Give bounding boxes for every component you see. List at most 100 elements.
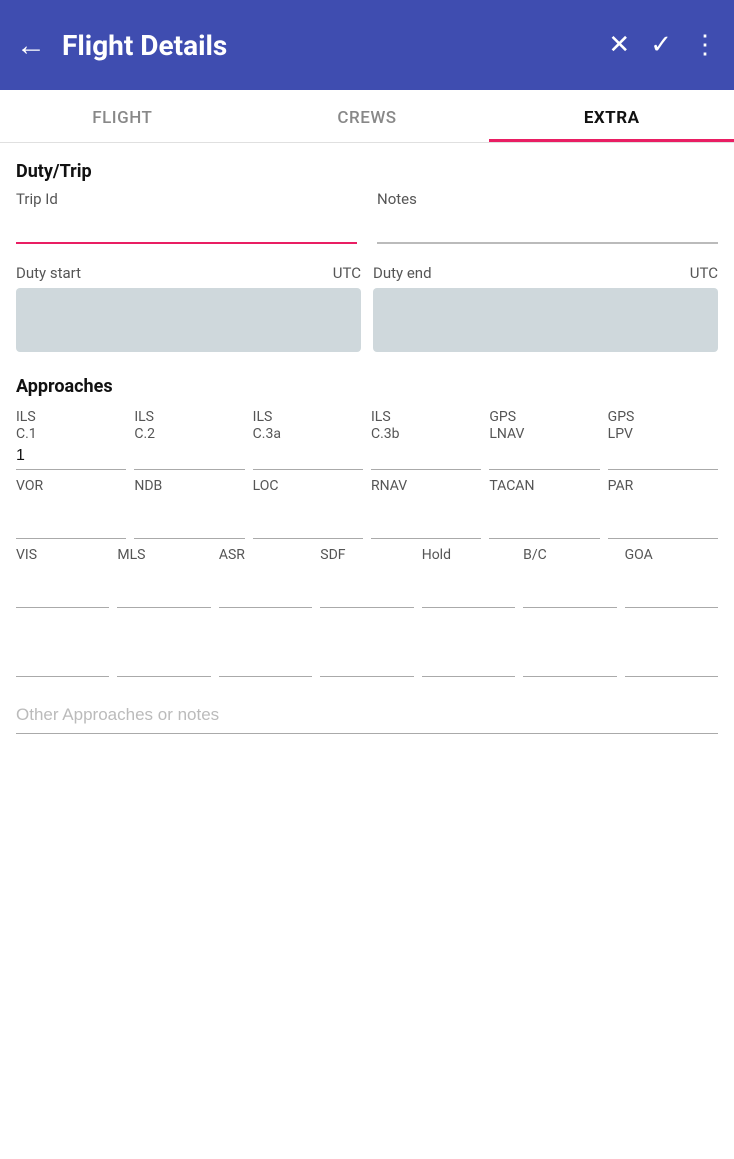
approach-label-row3-6: GOA xyxy=(625,547,653,583)
approaches-row3: VIS MLS ASR SDF Hold B/C GOA xyxy=(16,547,718,608)
approach-label-row2-1: NDB xyxy=(134,478,162,514)
approach-label-row4-6 xyxy=(625,616,628,652)
approach-col-row1-5: GPSLPV xyxy=(608,409,718,470)
approach-input-row2-4[interactable] xyxy=(489,514,599,539)
duty-end-label-row: Duty end UTC xyxy=(373,264,718,282)
approach-col-row4-1 xyxy=(117,616,210,677)
check-icon[interactable]: ✓ xyxy=(650,30,672,60)
approaches-title: Approaches xyxy=(16,376,718,397)
approach-input-row3-5[interactable] xyxy=(523,583,616,608)
approach-label-row4-2 xyxy=(219,616,222,652)
approach-input-row4-5[interactable] xyxy=(523,652,616,677)
approach-label-row2-3: RNAV xyxy=(371,478,407,514)
approach-input-row1-2[interactable] xyxy=(253,445,363,470)
duty-end-utc: UTC xyxy=(690,264,718,282)
trip-notes-row: Trip Id Notes xyxy=(16,190,718,244)
approach-label-row3-5: B/C xyxy=(523,547,547,583)
tab-crews[interactable]: CREWS xyxy=(245,90,490,142)
approach-label-row2-0: VOR xyxy=(16,478,43,514)
duty-start-label: Duty start xyxy=(16,264,81,282)
approach-input-row2-0[interactable] xyxy=(16,514,126,539)
approach-input-row4-3[interactable] xyxy=(320,652,413,677)
approach-input-row1-5[interactable] xyxy=(608,445,718,470)
approach-input-row3-0[interactable] xyxy=(16,583,109,608)
approach-input-row4-1[interactable] xyxy=(117,652,210,677)
approach-label-row4-4 xyxy=(422,616,425,652)
approach-col-row2-0: VOR xyxy=(16,478,126,539)
notes-input[interactable] xyxy=(377,214,718,244)
duty-row: Duty start UTC Duty end UTC xyxy=(16,264,718,352)
approach-input-row2-1[interactable] xyxy=(134,514,244,539)
approach-label-row3-4: Hold xyxy=(422,547,451,583)
approach-label-row4-0 xyxy=(16,616,19,652)
approach-input-row1-3[interactable] xyxy=(371,445,481,470)
approach-label-row2-2: LOC xyxy=(253,478,279,514)
approach-col-row2-2: LOC xyxy=(253,478,363,539)
approach-col-row4-5 xyxy=(523,616,616,677)
approach-col-row1-1: ILSC.2 xyxy=(134,409,244,470)
duty-start-field: Duty start UTC xyxy=(16,264,361,352)
approach-col-row4-0 xyxy=(16,616,109,677)
extra-content: Duty/Trip Trip Id Notes Duty start UTC D… xyxy=(0,143,734,752)
approach-col-row4-2 xyxy=(219,616,312,677)
duty-start-label-row: Duty start UTC xyxy=(16,264,361,282)
approach-input-row1-1[interactable] xyxy=(134,445,244,470)
duty-start-input[interactable] xyxy=(16,288,361,352)
trip-id-field: Trip Id xyxy=(16,190,377,244)
approach-col-row4-3 xyxy=(320,616,413,677)
approach-col-row2-5: PAR xyxy=(608,478,718,539)
approach-input-row4-6[interactable] xyxy=(625,652,718,677)
approach-label-row1-1: ILSC.2 xyxy=(134,409,155,445)
approach-col-row2-3: RNAV xyxy=(371,478,481,539)
trip-id-input[interactable] xyxy=(16,214,357,244)
tab-bar: FLIGHT CREWS EXTRA xyxy=(0,90,734,143)
approach-col-row3-1: MLS xyxy=(117,547,210,608)
approaches-row4 xyxy=(16,616,718,677)
approach-col-row2-4: TACAN xyxy=(489,478,599,539)
approach-label-row3-3: SDF xyxy=(320,547,345,583)
back-button[interactable]: ← xyxy=(16,28,46,63)
duty-trip-title: Duty/Trip xyxy=(16,161,718,182)
approach-label-row3-1: MLS xyxy=(117,547,145,583)
other-approaches-input[interactable] xyxy=(16,697,718,734)
approach-label-row4-3 xyxy=(320,616,323,652)
tab-extra[interactable]: EXTRA xyxy=(489,90,734,142)
approach-input-row3-4[interactable] xyxy=(422,583,515,608)
approach-input-row3-1[interactable] xyxy=(117,583,210,608)
duty-end-label: Duty end xyxy=(373,264,432,282)
duty-end-input[interactable] xyxy=(373,288,718,352)
approach-input-row3-2[interactable] xyxy=(219,583,312,608)
approaches-row2: VOR NDB LOC RNAV TACAN PAR xyxy=(16,478,718,539)
approach-col-row3-6: GOA xyxy=(625,547,718,608)
approach-col-row1-4: GPSLNAV xyxy=(489,409,599,470)
more-icon[interactable]: ⋮ xyxy=(692,30,718,60)
approach-input-row1-4[interactable] xyxy=(489,445,599,470)
approach-col-row3-0: VIS xyxy=(16,547,109,608)
approach-input-row4-2[interactable] xyxy=(219,652,312,677)
header: ← Flight Details ✕ ✓ ⋮ xyxy=(0,0,734,90)
approach-label-row2-4: TACAN xyxy=(489,478,534,514)
approach-col-row2-1: NDB xyxy=(134,478,244,539)
approach-input-row4-0[interactable] xyxy=(16,652,109,677)
approach-col-row3-5: B/C xyxy=(523,547,616,608)
approach-label-row1-5: GPSLPV xyxy=(608,409,635,445)
approach-col-row1-0: ILSC.1 xyxy=(16,409,126,470)
duty-start-utc: UTC xyxy=(333,264,361,282)
approach-label-row3-2: ASR xyxy=(219,547,245,583)
approach-input-row4-4[interactable] xyxy=(422,652,515,677)
approach-input-row3-6[interactable] xyxy=(625,583,718,608)
approach-col-row3-4: Hold xyxy=(422,547,515,608)
other-approaches-field xyxy=(16,697,718,734)
approach-label-row2-5: PAR xyxy=(608,478,634,514)
approach-input-row2-2[interactable] xyxy=(253,514,363,539)
approach-input-row1-0[interactable] xyxy=(16,445,126,470)
notes-label: Notes xyxy=(377,190,718,208)
approach-input-row2-5[interactable] xyxy=(608,514,718,539)
approach-input-row3-3[interactable] xyxy=(320,583,413,608)
close-icon[interactable]: ✕ xyxy=(608,30,630,60)
approach-label-row4-5 xyxy=(523,616,526,652)
approach-col-row4-6 xyxy=(625,616,718,677)
approaches-row1: ILSC.1ILSC.2ILSC.3aILSC.3bGPSLNAVGPSLPV xyxy=(16,409,718,470)
tab-flight[interactable]: FLIGHT xyxy=(0,90,245,142)
approach-input-row2-3[interactable] xyxy=(371,514,481,539)
